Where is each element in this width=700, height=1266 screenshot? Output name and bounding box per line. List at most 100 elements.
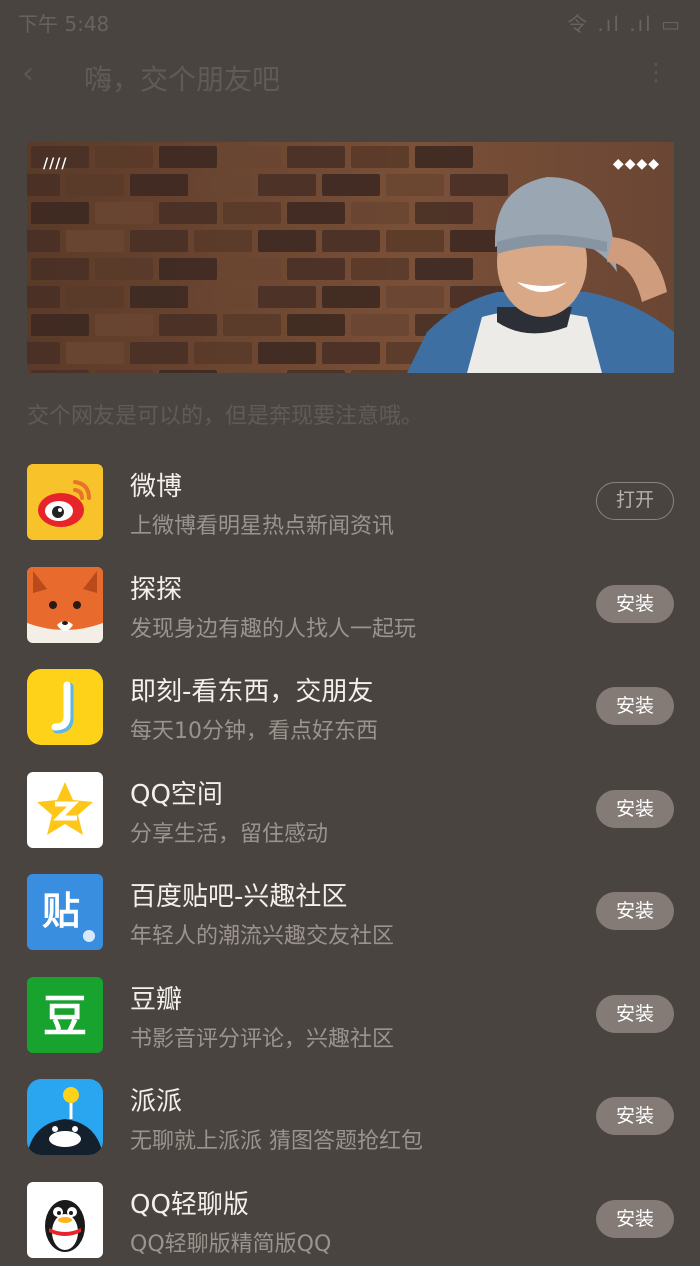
install-button[interactable]: 安装	[596, 1200, 674, 1238]
brick	[130, 342, 188, 364]
install-button[interactable]: 安装	[596, 687, 674, 725]
brick	[322, 230, 380, 252]
brick	[31, 314, 89, 336]
brick	[31, 202, 89, 224]
brick	[66, 174, 124, 196]
install-button[interactable]: 安装	[596, 995, 674, 1033]
install-button[interactable]: 安装	[596, 1097, 674, 1135]
brick	[159, 202, 217, 224]
brick	[27, 342, 60, 364]
brick	[95, 370, 153, 373]
douban-icon: 豆	[27, 977, 103, 1053]
brick	[194, 342, 252, 364]
tantan-fox-icon	[27, 567, 103, 643]
tieba-glyph: 贴	[42, 889, 80, 933]
brick	[287, 146, 345, 168]
brick	[66, 286, 124, 308]
brick	[287, 314, 345, 336]
app-name: 探探	[130, 569, 182, 606]
brick	[223, 314, 281, 336]
install-button[interactable]: 安装	[596, 585, 674, 623]
app-description: 书影音评分评论，兴趣社区	[130, 1021, 394, 1053]
brick	[194, 286, 252, 308]
brick	[159, 146, 217, 168]
brick	[130, 286, 188, 308]
brick	[386, 174, 444, 196]
paipai-whale-icon	[27, 1079, 103, 1155]
brick	[322, 174, 380, 196]
banner-indicator-left: ////	[43, 156, 67, 172]
app-description: 无聊就上派派 猜图答题抢红包	[130, 1123, 423, 1155]
brick	[415, 202, 473, 224]
brick	[31, 258, 89, 280]
status-bar: 下午 5:48 令 .ıl .ıl ▭	[0, 0, 700, 40]
qq-penguin-icon	[27, 1182, 103, 1258]
brick	[386, 230, 444, 252]
brick	[194, 230, 252, 252]
app-name: 百度贴吧-兴趣社区	[130, 876, 347, 913]
more-menu-icon[interactable]: ⋮	[644, 58, 670, 86]
brick	[322, 286, 380, 308]
brick	[130, 174, 188, 196]
brick	[159, 258, 217, 280]
brick	[66, 342, 124, 364]
app-name: QQ轻聊版	[130, 1184, 249, 1221]
page-title: 嗨，交个朋友吧	[84, 58, 280, 98]
brick	[95, 146, 153, 168]
brick	[31, 370, 89, 373]
brick	[415, 146, 473, 168]
install-button[interactable]: 安装	[596, 790, 674, 828]
back-button[interactable]: ‹	[22, 56, 34, 91]
app-description: QQ轻聊版精简版QQ	[130, 1226, 331, 1258]
brick	[159, 370, 217, 373]
brick	[27, 230, 60, 252]
list-item[interactable]: QQ空间 分享生活，留住感动 安装	[0, 754, 700, 857]
brick	[287, 202, 345, 224]
section-subtitle: 交个网友是可以的，但是奔现要注意哦。	[27, 398, 423, 430]
list-item[interactable]: 贴 百度贴吧-兴趣社区 年轻人的潮流兴趣交友社区 安装	[0, 856, 700, 959]
brick	[351, 258, 409, 280]
brick	[66, 230, 124, 252]
banner-image[interactable]: //// ◆◆◆◆	[27, 142, 674, 373]
brick	[415, 258, 473, 280]
app-description: 发现身边有趣的人找人一起玩	[130, 611, 416, 643]
brick	[351, 202, 409, 224]
brick	[287, 258, 345, 280]
brick	[95, 202, 153, 224]
brick	[258, 342, 316, 364]
banner-photo	[27, 142, 674, 373]
brick	[287, 370, 345, 373]
brick	[130, 230, 188, 252]
brick	[450, 174, 508, 196]
app-name: 豆瓣	[130, 979, 182, 1016]
app-description: 分享生活，留住感动	[130, 816, 328, 848]
brick	[159, 314, 217, 336]
brick	[27, 174, 60, 196]
app-description: 上微博看明星热点新闻资讯	[130, 508, 394, 540]
list-item[interactable]: QQ轻聊版 QQ轻聊版精简版QQ 安装	[0, 1164, 700, 1266]
brick	[194, 174, 252, 196]
qzone-star-icon	[27, 772, 103, 848]
brick	[258, 174, 316, 196]
douban-glyph: 豆	[43, 991, 87, 1042]
list-item[interactable]: 即刻-看东西，交朋友 每天10分钟，看点好东西 安装	[0, 651, 700, 754]
list-item[interactable]: 豆 豆瓣 书影音评分评论，兴趣社区 安装	[0, 959, 700, 1062]
brick	[258, 230, 316, 252]
open-button[interactable]: 打开	[596, 482, 674, 520]
brick	[223, 202, 281, 224]
brick	[386, 286, 444, 308]
app-list: 微博 上微博看明星热点新闻资讯 打开 探探 发现身边有趣的人找人一起玩 安装	[0, 446, 700, 1266]
install-button[interactable]: 安装	[596, 892, 674, 930]
app-description: 年轻人的潮流兴趣交友社区	[130, 918, 394, 950]
status-icons: 令 .ıl .ıl ▭	[567, 8, 682, 37]
brick	[351, 370, 409, 373]
banner-page-dots: ◆◆◆◆	[613, 156, 660, 172]
brick	[95, 314, 153, 336]
brick	[258, 286, 316, 308]
list-item[interactable]: 微博 上微博看明星热点新闻资讯 打开	[0, 446, 700, 549]
list-item[interactable]: 探探 发现身边有趣的人找人一起玩 安装	[0, 549, 700, 652]
list-item[interactable]: 派派 无聊就上派派 猜图答题抢红包 安装	[0, 1061, 700, 1164]
brick	[322, 342, 380, 364]
brick	[95, 258, 153, 280]
brick	[223, 258, 281, 280]
